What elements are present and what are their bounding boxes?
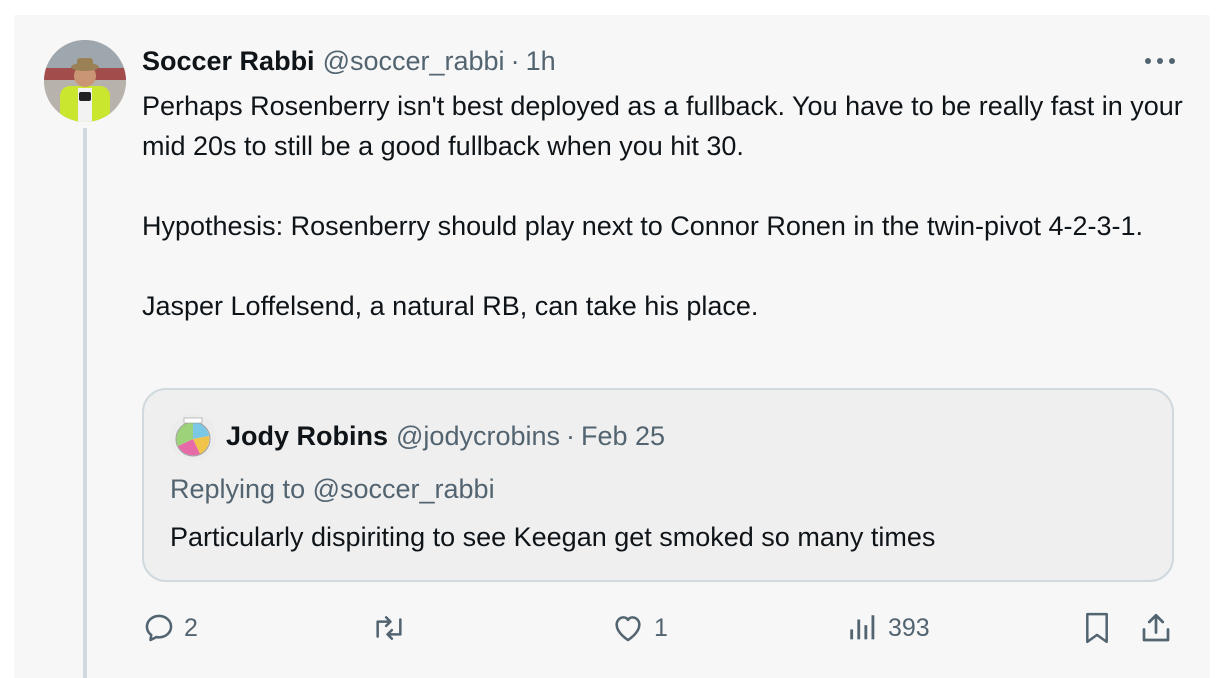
repost-icon	[376, 616, 402, 640]
heart-icon	[615, 616, 641, 642]
views-button[interactable]: 393	[846, 610, 930, 646]
quoted-author-handle[interactable]: @jodycrobins	[396, 421, 560, 452]
quoted-header: Jody Robins @jodycrobins · Feb 25	[226, 418, 665, 454]
like-count: 1	[654, 613, 668, 642]
reply-button[interactable]: 2	[142, 610, 198, 646]
quoted-author-name[interactable]: Jody Robins	[226, 421, 388, 452]
author-avatar-image	[44, 40, 126, 122]
tweet-paragraph: Hypothesis: Rosenberry should play next …	[142, 211, 1144, 241]
tweet-timestamp[interactable]: 1h	[526, 46, 556, 77]
like-button[interactable]: 1	[610, 610, 668, 646]
bookmark-button[interactable]	[1080, 610, 1114, 646]
quoted-header-separator: ·	[566, 420, 575, 451]
author-handle[interactable]: @soccer_rabbi	[323, 46, 505, 77]
header-separator: ·	[510, 45, 520, 76]
thread-line	[83, 128, 87, 678]
tweet-paragraph: Perhaps Rosenberry isn't best deployed a…	[142, 91, 1183, 161]
views-icon	[850, 615, 875, 640]
quoted-date[interactable]: Feb 25	[581, 421, 665, 452]
tweet-text: Perhaps Rosenberry isn't best deployed a…	[142, 86, 1192, 326]
reply-icon	[145, 614, 173, 642]
reply-count: 2	[184, 613, 198, 642]
share-button[interactable]	[1138, 610, 1174, 646]
author-name[interactable]: Soccer Rabbi	[142, 46, 315, 77]
share-icon	[1142, 613, 1170, 642]
bookmark-icon	[1086, 612, 1108, 644]
replying-to[interactable]: Replying to @soccer_rabbi	[170, 474, 495, 505]
more-options-button[interactable]	[1138, 48, 1182, 74]
more-icon	[1145, 58, 1175, 64]
author-avatar[interactable]	[44, 40, 126, 122]
tweet-paragraph: Jasper Loffelsend, a natural RB, can tak…	[142, 291, 759, 321]
tweet-header: Soccer Rabbi @soccer_rabbi · 1h	[142, 44, 556, 78]
views-count: 393	[888, 613, 930, 642]
quoted-avatar-image	[170, 414, 216, 460]
quoted-text: Particularly dispiriting to see Keegan g…	[170, 522, 936, 552]
quoted-author-avatar	[170, 414, 216, 460]
quoted-tweet[interactable]: Jody Robins @jodycrobins · Feb 25 Replyi…	[142, 388, 1174, 582]
repost-button[interactable]	[370, 610, 408, 646]
